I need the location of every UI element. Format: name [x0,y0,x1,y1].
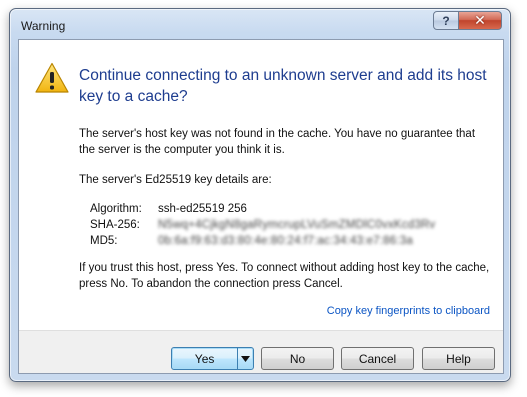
detail-label: Algorithm: [90,203,142,215]
detail-label: SHA-256: [90,219,140,231]
chevron-down-icon [241,355,251,362]
window-title: Warning [21,19,66,33]
yes-dropdown-arrow[interactable] [237,348,253,369]
dialog-heading: Continue connecting to an unknown server… [79,67,487,105]
close-button[interactable]: ✕ [459,11,502,30]
cancel-button[interactable]: Cancel [341,347,414,370]
yes-button-label: Yes [194,351,215,366]
trust-instructions-text: If you trust this host, press Yes. To co… [79,262,490,290]
help-button[interactable]: Help [422,347,495,370]
detail-value: ssh-ed25519 256 [158,203,247,215]
key-details-intro: The server's Ed25519 key details are: [79,174,272,186]
dialog-client-area: Continue connecting to an unknown server… [18,39,504,374]
key-details: Algorithm: ssh-ed25519 256 SHA-256: N5wq… [90,201,435,249]
copy-fingerprints-link[interactable]: Copy key fingerprints to clipboard [327,305,490,317]
detail-row-algorithm: Algorithm: ssh-ed25519 256 [90,201,435,217]
detail-value-redacted: N5wq+4CjkgN8gaRymcrupLVuSmZMDlC0vxKcd3Rv [158,219,436,231]
detail-row-md5: MD5: 0b:6a:f9:63:d3:80:4e:80:24:f7:ac:34… [90,233,435,249]
detail-row-sha256: SHA-256: N5wq+4CjkgN8gaRymcrupLVuSmZMDlC… [90,217,435,233]
detail-value-redacted: 0b:6a:f9:63:d3:80:4e:80:24:f7:ac:34:43:e… [158,235,413,247]
no-button[interactable]: No [261,347,334,370]
detail-label: MD5: [90,235,118,247]
host-key-warning-text: The server's host key was not found in t… [79,128,476,156]
help-caption-button[interactable]: ? [433,11,459,30]
warning-icon [35,62,69,93]
caption-buttons: ? ✕ [433,11,502,31]
yes-button[interactable]: Yes [171,347,254,370]
title-bar[interactable]: Warning ? ✕ [10,9,510,37]
warning-dialog: Warning ? ✕ Continue connecting to an un… [9,8,511,382]
